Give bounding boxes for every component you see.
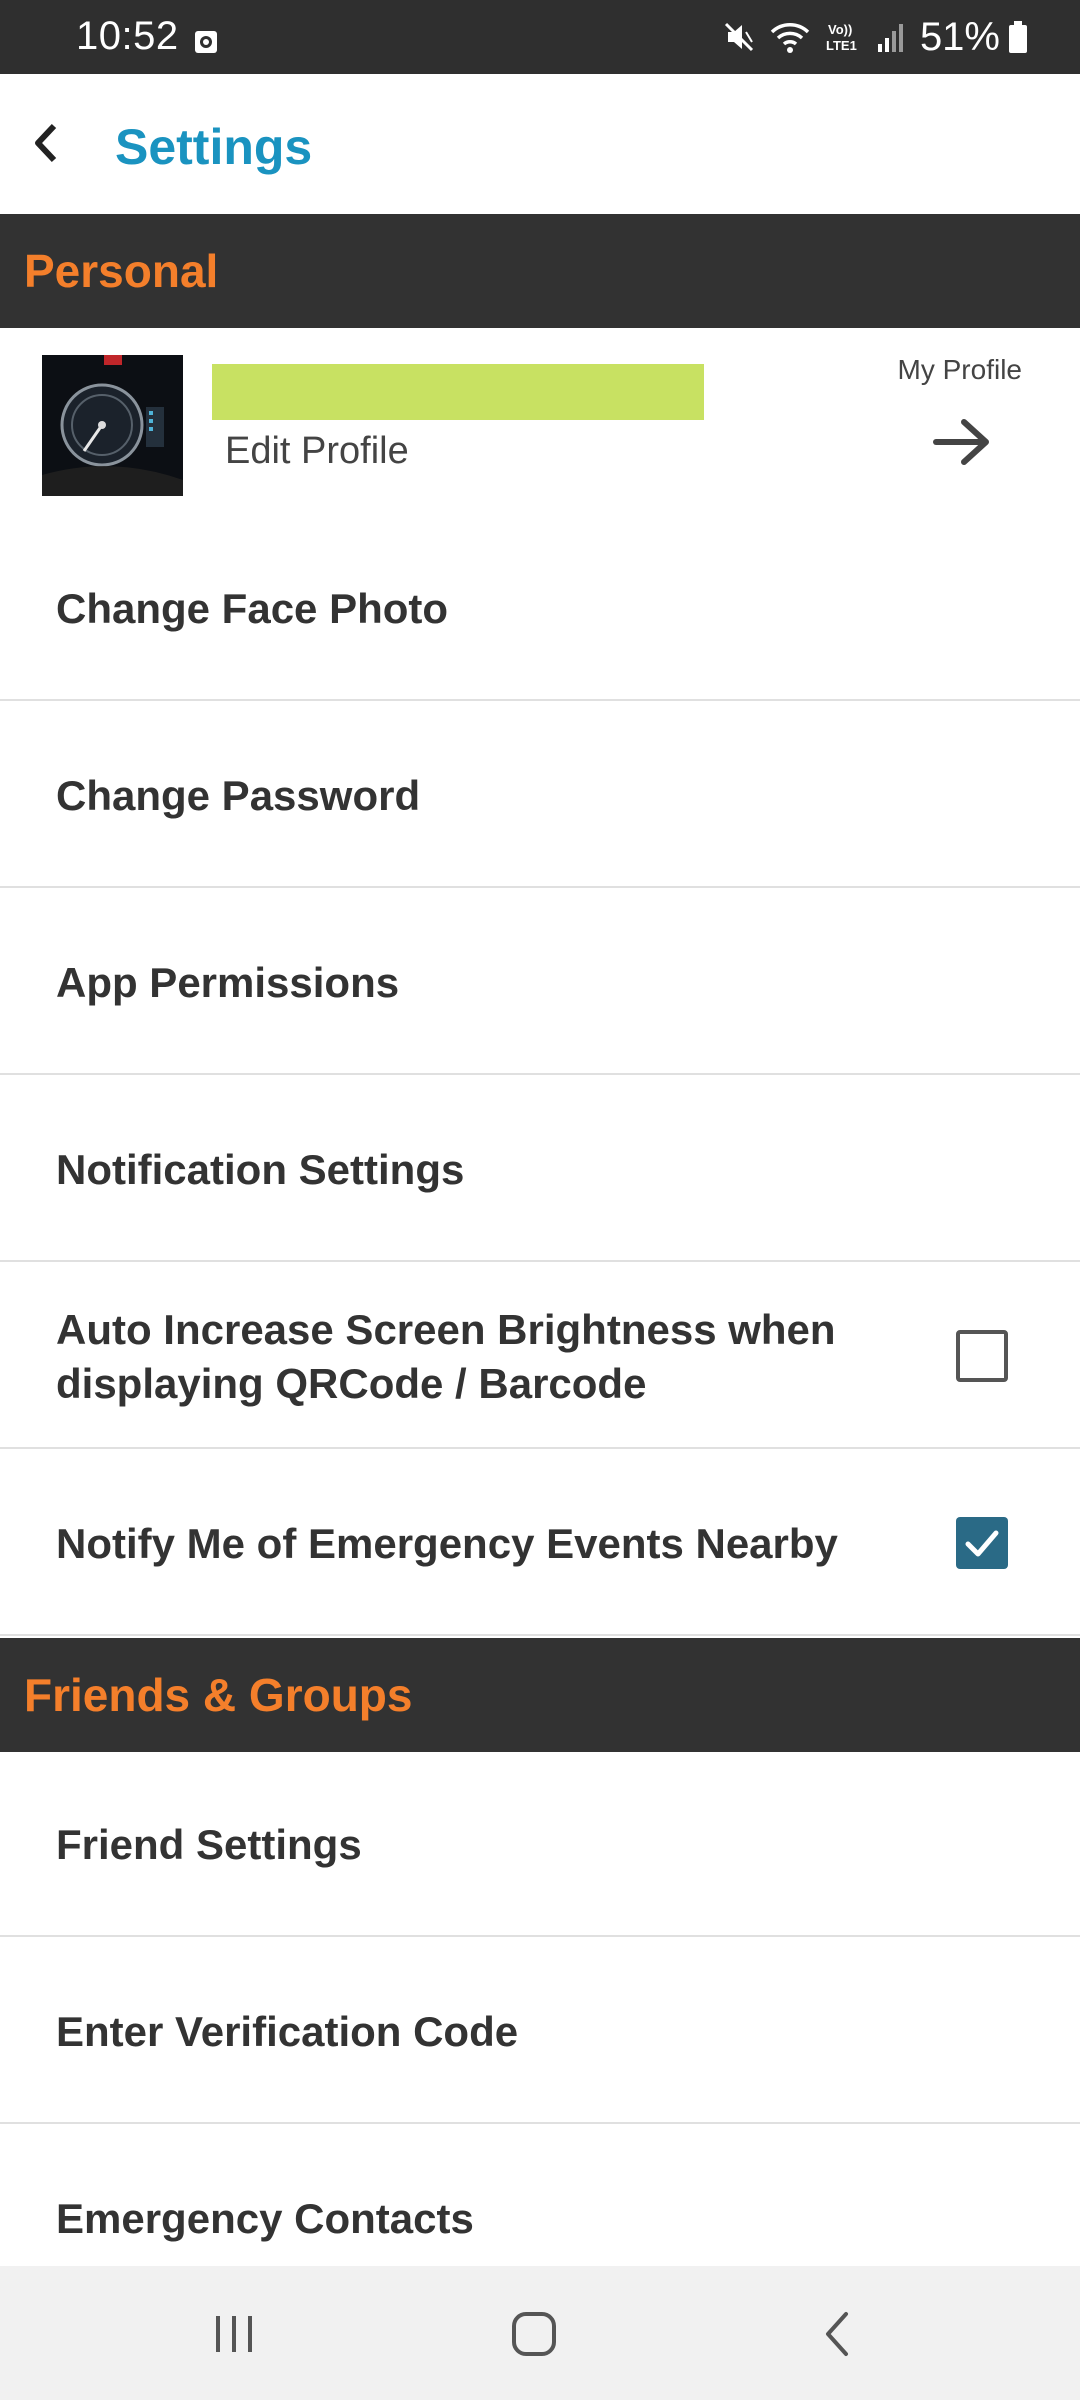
setting-label: Friend Settings — [56, 1820, 362, 1868]
svg-text:LTE1: LTE1 — [826, 38, 857, 53]
setting-row-notification-settings[interactable]: Notification Settings — [0, 1077, 1080, 1262]
setting-row-change-password[interactable]: Change Password — [0, 703, 1080, 888]
setting-label: Change Password — [56, 771, 421, 819]
setting-row-change-face-photo[interactable]: Change Face Photo — [0, 516, 1080, 701]
profile-name-redacted — [212, 364, 704, 420]
setting-row-app-permissions[interactable]: App Permissions — [0, 890, 1080, 1075]
status-bar: 10:52 Vo)) LTE1 51% — [0, 0, 1080, 74]
setting-row-verification-code[interactable]: Enter Verification Code — [0, 1939, 1080, 2124]
setting-label: Change Face Photo — [56, 584, 449, 632]
status-time: 10:52 — [76, 14, 179, 58]
battery-icon — [1008, 20, 1042, 54]
app-bar: Settings — [0, 74, 1080, 214]
home-icon[interactable] — [504, 2304, 564, 2369]
back-icon[interactable] — [808, 2304, 868, 2369]
profile-row[interactable]: Edit Profile My Profile — [0, 328, 1080, 518]
setting-label: Auto Increase Screen Brightness when dis… — [56, 1305, 836, 1407]
mute-icon — [722, 20, 770, 54]
system-nav-bar — [0, 2266, 1080, 2400]
avatar — [42, 355, 183, 496]
back-chevron-icon[interactable] — [26, 118, 66, 168]
checkmark-icon — [965, 1530, 999, 1557]
arrow-right-icon[interactable] — [930, 414, 994, 470]
auto-brightness-checkbox[interactable] — [956, 1330, 1008, 1382]
setting-row-emergency-events[interactable]: Notify Me of Emergency Events Nearby — [0, 1451, 1080, 1636]
section-title: Personal — [24, 245, 219, 297]
section-header-personal: Personal — [0, 214, 1080, 328]
section-title: Friends & Groups — [24, 1669, 413, 1721]
setting-row-auto-brightness[interactable]: Auto Increase Screen Brightness when dis… — [0, 1264, 1080, 1449]
setting-label: Notify Me of Emergency Events Nearby — [56, 1519, 838, 1567]
my-profile-label[interactable]: My Profile — [898, 354, 1022, 386]
battery-percent: 51% — [919, 14, 1000, 59]
setting-row-friend-settings[interactable]: Friend Settings — [0, 1752, 1080, 1937]
emergency-events-checkbox[interactable] — [956, 1517, 1008, 1569]
setting-label: Notification Settings — [56, 1145, 465, 1193]
section-header-friends-groups: Friends & Groups — [0, 1638, 1080, 1752]
screenshot-icon — [194, 30, 218, 54]
setting-label: App Permissions — [56, 958, 400, 1006]
recents-icon[interactable] — [204, 2304, 264, 2369]
signal-icon — [876, 20, 920, 54]
edit-profile-label[interactable]: Edit Profile — [225, 430, 409, 473]
setting-label: Enter Verification Code — [56, 2007, 519, 2055]
page-title: Settings — [115, 119, 313, 175]
wifi-icon — [770, 20, 824, 54]
volte-icon: Vo)) LTE1 — [824, 20, 876, 54]
svg-text:Vo)): Vo)) — [828, 22, 852, 37]
